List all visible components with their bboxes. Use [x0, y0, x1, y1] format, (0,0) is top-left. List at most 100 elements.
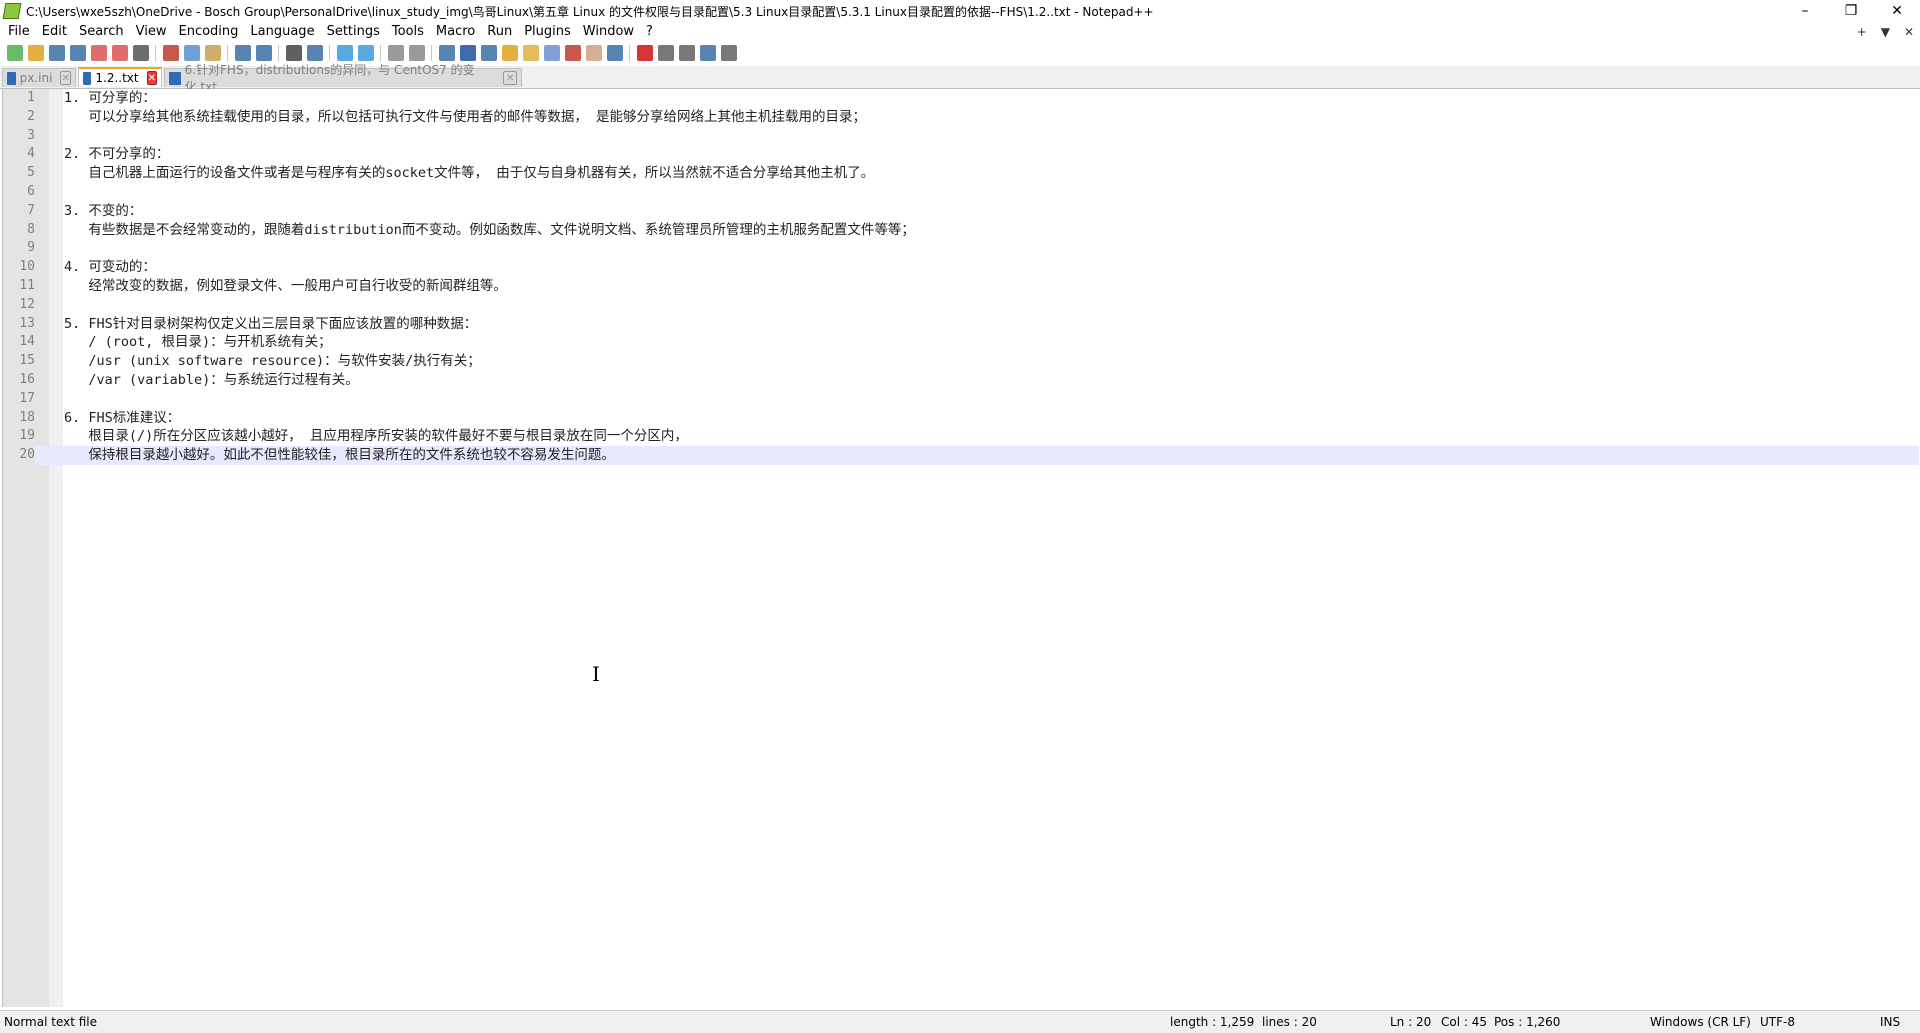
- show-all-chars-icon[interactable]: [460, 45, 476, 61]
- menu-plugins[interactable]: Plugins: [518, 22, 577, 42]
- editor-area[interactable]: 1 1. 可分享的： 2 可以分享给其他系统挂载使用的目录，所以包括可执行文件与使用…: [2, 89, 1920, 1007]
- sync-vertical-icon[interactable]: [388, 45, 404, 61]
- stop-record-icon[interactable]: [658, 45, 674, 61]
- redo-icon[interactable]: [256, 45, 272, 61]
- line-text[interactable]: /usr (unix software resource)：与软件安装/执行有关…: [64, 352, 480, 371]
- editor-line[interactable]: 13 5. FHS针对目录树架构仅定义出三层目录下面应该放置的哪种数据：: [3, 315, 1919, 334]
- close-window-button[interactable]: ✕: [1874, 0, 1920, 22]
- copy-icon[interactable]: [184, 45, 200, 61]
- save-icon[interactable]: [49, 45, 65, 61]
- tab-1-2-txt[interactable]: 1.2..txt ✕: [78, 67, 162, 87]
- folder-as-workspace-icon[interactable]: [565, 45, 581, 61]
- editor-line[interactable]: 10 4. 可变动的：: [3, 258, 1919, 277]
- menu-encoding[interactable]: Encoding: [172, 22, 244, 42]
- print-icon[interactable]: [133, 45, 149, 61]
- tab-list-down-icon[interactable]: ▼: [1881, 25, 1890, 39]
- window-title: C:\Users\wxe5szh\OneDrive - Bosch Group\…: [26, 4, 1154, 19]
- run-macro-multiple-icon[interactable]: [700, 45, 716, 61]
- menu-file[interactable]: File: [0, 22, 36, 42]
- menu-run[interactable]: Run: [481, 22, 518, 42]
- line-text[interactable]: 有些数据是不会经常变动的，跟随着distribution而不变动。例如函数库、文…: [64, 221, 915, 240]
- editor-line[interactable]: 19 根目录(/)所在分区应该越小越好， 且应用程序所安装的软件最好不要与根目录…: [3, 427, 1919, 446]
- editor-line[interactable]: 8 有些数据是不会经常变动的，跟随着distribution而不变动。例如函数库…: [3, 221, 1919, 240]
- editor-line[interactable]: 12: [3, 296, 1919, 315]
- editor-line[interactable]: 14 / (root, 根目录)：与开机系统有关；: [3, 333, 1919, 352]
- line-text[interactable]: / (root, 根目录)：与开机系统有关；: [64, 333, 331, 352]
- new-file-icon[interactable]: [7, 45, 23, 61]
- word-wrap-icon[interactable]: [439, 45, 455, 61]
- menu-tools[interactable]: Tools: [386, 22, 430, 42]
- save-macro-icon[interactable]: [721, 45, 737, 61]
- minimize-button[interactable]: –: [1782, 0, 1828, 22]
- editor-line[interactable]: 16 /var (variable)：与系统运行过程有关。: [3, 371, 1919, 390]
- editor-line[interactable]: 3: [3, 127, 1919, 146]
- restore-button[interactable]: ❐: [1828, 0, 1874, 22]
- menu-settings[interactable]: Settings: [321, 22, 386, 42]
- menu-help[interactable]: ?: [640, 22, 659, 42]
- line-text[interactable]: 可以分享给其他系统挂载使用的目录，所以包括可执行文件与使用者的邮件等数据， 是能…: [64, 108, 866, 127]
- play-macro-icon[interactable]: [679, 45, 695, 61]
- line-number: 4: [27, 146, 35, 162]
- replace-icon[interactable]: [307, 45, 323, 61]
- open-file-icon[interactable]: [28, 45, 44, 61]
- notepadpp-app-icon[interactable]: [2, 3, 22, 19]
- tab-close-icon[interactable]: ✕: [146, 71, 157, 85]
- editor-line[interactable]: 17: [3, 390, 1919, 409]
- line-text[interactable]: 自己机器上面运行的设备文件或者是与程序有关的socket文件等， 由于仅与自身机…: [64, 164, 874, 183]
- cut-icon[interactable]: [163, 45, 179, 61]
- editor-line[interactable]: 1 1. 可分享的：: [3, 89, 1919, 108]
- menu-search[interactable]: Search: [73, 22, 130, 42]
- line-text[interactable]: 5. FHS针对目录树架构仅定义出三层目录下面应该放置的哪种数据：: [64, 315, 477, 334]
- tab-px-ini[interactable]: px.ini ✕: [2, 68, 76, 87]
- editor-line[interactable]: 9: [3, 239, 1919, 258]
- save-all-icon[interactable]: [70, 45, 86, 61]
- doc-switcher-icon[interactable]: [586, 45, 602, 61]
- zoom-in-icon[interactable]: [337, 45, 353, 61]
- function-list-icon[interactable]: [544, 45, 560, 61]
- line-text[interactable]: 1. 可分享的：: [64, 89, 156, 108]
- line-text[interactable]: 根目录(/)所在分区应该越小越好， 且应用程序所安装的软件最好不要与根目录放在同…: [64, 427, 688, 446]
- zoom-out-icon[interactable]: [358, 45, 374, 61]
- undo-icon[interactable]: [235, 45, 251, 61]
- line-text[interactable]: 2. 不可分享的：: [64, 145, 169, 164]
- menu-view[interactable]: View: [130, 22, 173, 42]
- record-macro-icon[interactable]: [637, 45, 653, 61]
- status-insert-mode[interactable]: INS: [1880, 1015, 1900, 1029]
- close-doc-icon[interactable]: ✕: [1904, 25, 1914, 39]
- menu-macro[interactable]: Macro: [430, 22, 481, 42]
- editor-line[interactable]: 7 3. 不变的：: [3, 202, 1919, 221]
- udl-icon[interactable]: [502, 45, 518, 61]
- tab-close-icon[interactable]: ✕: [503, 71, 518, 85]
- menu-edit[interactable]: Edit: [36, 22, 73, 42]
- menu-window[interactable]: Window: [577, 22, 640, 42]
- editor-line[interactable]: 11 经常改变的数据，例如登录文件、一般用户可自行收受的新闻群组等。: [3, 277, 1919, 296]
- editor-line[interactable]: 4 2. 不可分享的：: [3, 145, 1919, 164]
- text-lines[interactable]: 1 1. 可分享的： 2 可以分享给其他系统挂载使用的目录，所以包括可执行文件与使用…: [3, 89, 1919, 465]
- close-icon[interactable]: [91, 45, 107, 61]
- editor-line[interactable]: 15 /usr (unix software resource)：与软件安装/执…: [3, 352, 1919, 371]
- close-all-icon[interactable]: [112, 45, 128, 61]
- line-text[interactable]: 3. 不变的：: [64, 202, 142, 221]
- sync-horizontal-icon[interactable]: [409, 45, 425, 61]
- line-text[interactable]: 6. FHS标准建议：: [64, 409, 180, 428]
- paste-icon[interactable]: [205, 45, 221, 61]
- editor-line[interactable]: 6: [3, 183, 1919, 202]
- line-text[interactable]: /var (variable)：与系统运行过程有关。: [64, 371, 358, 390]
- editor-line[interactable]: 2 可以分享给其他系统挂载使用的目录，所以包括可执行文件与使用者的邮件等数据， …: [3, 108, 1919, 127]
- line-text[interactable]: 4. 可变动的：: [64, 258, 156, 277]
- menu-language[interactable]: Language: [244, 22, 320, 42]
- editor-line[interactable]: 18 6. FHS标准建议：: [3, 409, 1919, 428]
- indent-guide-icon[interactable]: [481, 45, 497, 61]
- tab-close-icon[interactable]: ✕: [60, 71, 71, 85]
- doc-map-icon[interactable]: [523, 45, 539, 61]
- line-text[interactable]: 保持根目录越小越好。如此不但性能较佳，根目录所在的文件系统也较不容易发生问题。: [64, 446, 615, 465]
- editor-line[interactable]: 20 保持根目录越小越好。如此不但性能较佳，根目录所在的文件系统也较不容易发生问…: [3, 446, 1919, 465]
- find-icon[interactable]: [286, 45, 302, 61]
- line-text[interactable]: 经常改变的数据，例如登录文件、一般用户可自行收受的新闻群组等。: [64, 277, 507, 296]
- monitoring-icon[interactable]: [607, 45, 623, 61]
- status-eol[interactable]: Windows (CR LF): [1650, 1015, 1751, 1029]
- tab-fhs-distributions[interactable]: 6.针对FHS，distributions的异同，与 CentOS7 的变化.t…: [164, 63, 522, 94]
- add-tab-icon[interactable]: +: [1857, 25, 1867, 39]
- status-encoding[interactable]: UTF-8: [1760, 1015, 1795, 1029]
- editor-line[interactable]: 5 自己机器上面运行的设备文件或者是与程序有关的socket文件等， 由于仅与自…: [3, 164, 1919, 183]
